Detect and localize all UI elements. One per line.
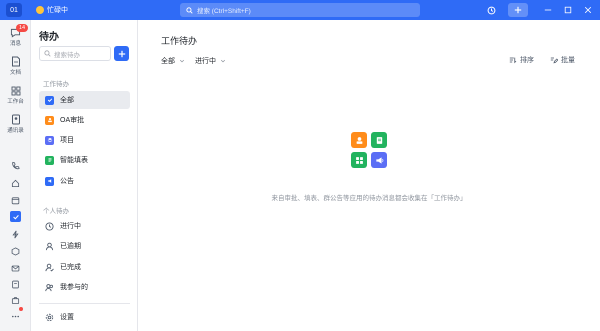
chevron-down-icon bbox=[179, 59, 185, 63]
chevron-down-icon bbox=[220, 59, 226, 63]
batch-label: 批量 bbox=[561, 57, 575, 64]
rail-label: 工作台 bbox=[7, 99, 24, 105]
rail-label: 文档 bbox=[9, 70, 21, 76]
user-avatar[interactable]: 01 bbox=[6, 3, 22, 17]
approval-icon bbox=[351, 132, 367, 148]
document-icon bbox=[11, 56, 20, 67]
empty-state-message: 来自审批、填表、群公告等应用的待办消息都会收集在「工作待办」 bbox=[271, 195, 467, 202]
sidebar-item-in-progress[interactable]: 进行中 bbox=[39, 217, 130, 235]
calendar-icon[interactable] bbox=[10, 195, 21, 206]
sidebar-item-oa-approval[interactable]: OA审批 bbox=[39, 111, 130, 129]
sidebar-item-participated[interactable]: 我参与的 bbox=[39, 278, 130, 296]
sort-button[interactable]: 排序 bbox=[509, 55, 534, 65]
rail-item-messages[interactable]: 14 消息 bbox=[0, 24, 31, 47]
search-icon bbox=[186, 6, 193, 14]
empty-state-illustration bbox=[351, 132, 387, 168]
clock-icon bbox=[45, 221, 54, 231]
sidebar-item-label: 我参与的 bbox=[60, 284, 88, 291]
sidebar-item-label: 全部 bbox=[60, 97, 74, 104]
person-check-icon bbox=[45, 263, 54, 272]
gear-icon bbox=[45, 313, 54, 321]
announcement-icon bbox=[45, 176, 54, 186]
rail-label: 消息 bbox=[9, 41, 21, 47]
sidebar-item-overdue[interactable]: 已逾期 bbox=[39, 237, 130, 255]
settings-label: 设置 bbox=[60, 314, 74, 321]
add-todo-button[interactable] bbox=[114, 46, 129, 61]
todo-search-input[interactable]: 搜索待办 bbox=[39, 46, 111, 61]
checkbox-icon bbox=[45, 95, 54, 105]
sidebar-item-label: 进行中 bbox=[60, 223, 81, 230]
filter-status-value: 进行中 bbox=[195, 58, 216, 65]
search-placeholder: 搜索待办 bbox=[54, 51, 80, 59]
approval-icon bbox=[45, 115, 54, 125]
rail-item-workbench[interactable]: 工作台 bbox=[0, 86, 31, 105]
sidebar-title: 待办 bbox=[39, 32, 59, 43]
rail-label: 通讯录 bbox=[7, 128, 24, 134]
apps-grid-icon bbox=[351, 152, 367, 168]
people-icon bbox=[45, 283, 53, 291]
filter-scope-dropdown[interactable]: 全部 bbox=[161, 56, 185, 66]
form-icon bbox=[371, 132, 387, 148]
global-search-input[interactable]: 搜索 (Ctrl+Shift+F) bbox=[180, 3, 420, 17]
sidebar-item-announcement[interactable]: 公告 bbox=[39, 172, 130, 190]
project-icon bbox=[45, 135, 54, 145]
history-icon[interactable] bbox=[484, 3, 498, 17]
search-placeholder: 搜索 (Ctrl+Shift+F) bbox=[197, 8, 251, 15]
contacts-icon bbox=[11, 114, 20, 125]
rail-item-docs[interactable]: 文档 bbox=[0, 56, 31, 76]
sidebar-item-completed[interactable]: 已完成 bbox=[39, 258, 130, 276]
settings-button[interactable]: 设置 bbox=[39, 308, 130, 326]
sidebar-item-label: 已完成 bbox=[60, 264, 81, 271]
unread-badge: 14 bbox=[16, 24, 29, 32]
nav-rail: 14 消息 文档 工作台 通讯录 bbox=[0, 20, 31, 331]
todo-icon[interactable] bbox=[10, 211, 21, 222]
sidebar-item-all[interactable]: 全部 bbox=[39, 91, 130, 109]
filter-scope-value: 全部 bbox=[161, 58, 175, 65]
status-selector[interactable]: 忙碌中 bbox=[36, 5, 68, 15]
sidebar-item-label: OA审批 bbox=[60, 117, 85, 124]
todo-sidebar: 待办 搜索待办 工作待办 全部 OA审批 项目 智能填表 公告 个人待办 进行中… bbox=[31, 20, 138, 331]
notebook-icon[interactable] bbox=[10, 279, 21, 290]
minimize-button[interactable] bbox=[538, 0, 558, 20]
status-label: 忙碌中 bbox=[47, 7, 68, 14]
more-icon[interactable] bbox=[10, 311, 21, 322]
lightning-icon[interactable] bbox=[10, 229, 21, 240]
page-title: 工作待办 bbox=[161, 36, 198, 46]
person-icon bbox=[45, 242, 54, 250]
title-bar: 01 忙碌中 搜索 (Ctrl+Shift+F) bbox=[0, 0, 600, 20]
sort-icon bbox=[509, 57, 517, 64]
plus-icon bbox=[118, 50, 125, 57]
section-work-label: 工作待办 bbox=[43, 81, 69, 88]
divider bbox=[39, 303, 130, 304]
home-icon[interactable] bbox=[10, 178, 21, 189]
create-button[interactable] bbox=[508, 3, 528, 17]
toolbar: 排序 批量 bbox=[493, 55, 575, 65]
sidebar-item-label: 项目 bbox=[60, 137, 74, 144]
sidebar-item-smart-form[interactable]: 智能填表 bbox=[39, 151, 130, 169]
batch-edit-icon bbox=[550, 57, 558, 64]
rail-item-contacts[interactable]: 通讯录 bbox=[0, 114, 31, 134]
announcement-icon bbox=[371, 152, 387, 168]
cube-icon[interactable] bbox=[10, 246, 21, 257]
section-personal-label: 个人待办 bbox=[43, 208, 69, 215]
maximize-button[interactable] bbox=[558, 0, 578, 20]
sidebar-item-project[interactable]: 项目 bbox=[39, 131, 130, 149]
sidebar-item-label: 已逾期 bbox=[60, 243, 81, 250]
sort-label: 排序 bbox=[520, 57, 534, 64]
form-icon bbox=[45, 155, 54, 165]
filter-bar: 全部 进行中 bbox=[161, 56, 236, 66]
phone-icon[interactable] bbox=[10, 160, 21, 171]
status-emoji-icon bbox=[36, 6, 44, 14]
sidebar-item-label: 智能填表 bbox=[60, 157, 88, 164]
main-content: 工作待办 全部 进行中 排序 批量 来自审批、填表、群公告等应用的待办消息都会收… bbox=[138, 20, 600, 331]
filter-status-dropdown[interactable]: 进行中 bbox=[195, 56, 226, 66]
shop-icon[interactable] bbox=[10, 295, 21, 306]
grid-icon bbox=[11, 86, 20, 96]
close-button[interactable] bbox=[578, 0, 598, 20]
search-icon bbox=[44, 50, 51, 57]
sidebar-item-label: 公告 bbox=[60, 178, 74, 185]
batch-button[interactable]: 批量 bbox=[550, 55, 575, 65]
mail-icon[interactable] bbox=[10, 263, 21, 274]
plus-icon bbox=[514, 6, 522, 14]
